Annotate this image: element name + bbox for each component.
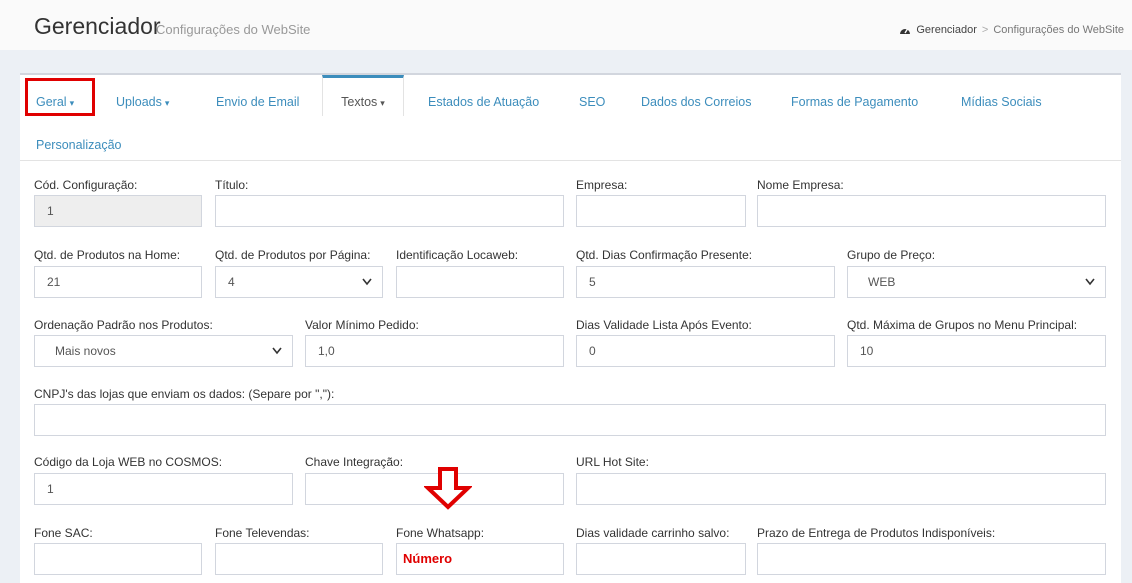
cosmos-field[interactable]: 1	[34, 473, 293, 505]
tab-envio-email[interactable]: Envio de Email	[216, 95, 299, 109]
tab-correios[interactable]: Dados dos Correios	[641, 95, 751, 109]
locaweb-label: Identificação Locaweb:	[396, 248, 519, 262]
caret-down-icon: ▾	[164, 98, 170, 108]
cosmos-label: Código da Loja WEB no COSMOS:	[34, 455, 223, 469]
settings-panel: Geral ▾ Uploads ▾ Envio de Email Textos ▾ E…	[20, 73, 1121, 583]
qtd-pagina-label: Qtd. de Produtos por Página:	[215, 248, 371, 262]
valor-minimo-label: Valor Mínimo Pedido:	[305, 318, 419, 332]
qtd-grupos-label: Qtd. Máxima de Grupos no Menu Principal:	[847, 318, 1078, 332]
tab-bar: Geral ▾ Uploads ▾ Envio de Email Textos ▾ E…	[20, 75, 1121, 161]
fone-sac-label: Fone SAC:	[34, 526, 93, 540]
cod-config-field: 1	[34, 195, 202, 227]
ordenacao-value: Mais novos	[55, 344, 116, 358]
chave-label: Chave Integração:	[305, 455, 404, 469]
fone-whatsapp-label: Fone Whatsapp:	[396, 526, 485, 540]
fone-televendas-label: Fone Televendas:	[215, 526, 310, 540]
tab-pagamento[interactable]: Formas de Pagamento	[791, 95, 918, 109]
tab-uploads[interactable]: Uploads ▾	[116, 95, 169, 109]
caret-down-icon: ▾	[380, 98, 385, 108]
tab-estados[interactable]: Estados de Atuação	[428, 95, 539, 109]
fone-sac-field[interactable]	[34, 543, 202, 575]
grupo-preco-value: WEB	[868, 275, 896, 289]
breadcrumb-current: Configurações do WebSite	[993, 24, 1124, 36]
breadcrumb-home-link[interactable]: Gerenciador	[916, 24, 977, 36]
cnpj-field[interactable]	[34, 404, 1106, 436]
fone-whatsapp-field[interactable]: Número	[396, 543, 564, 575]
tab-textos[interactable]: Textos ▾	[322, 75, 404, 116]
cod-config-label: Cód. Configuração:	[34, 178, 138, 192]
qtd-pagina-select[interactable]: 4	[215, 266, 383, 298]
dias-carrinho-label: Dias validade carrinho salvo:	[576, 526, 730, 540]
qtd-home-field[interactable]: 21	[34, 266, 202, 298]
nome-empresa-field[interactable]	[757, 195, 1106, 227]
whatsapp-annotation-text: Número	[403, 551, 453, 566]
breadcrumb: Gerenciador > Configurações do WebSite	[899, 24, 1124, 36]
empresa-label: Empresa:	[576, 178, 628, 192]
locaweb-field[interactable]	[396, 266, 564, 298]
qtd-home-label: Qtd. de Produtos na Home:	[34, 248, 181, 262]
url-hot-field[interactable]	[576, 473, 1106, 505]
dias-lista-field[interactable]: 0	[576, 335, 835, 367]
grupo-preco-label: Grupo de Preço:	[847, 248, 936, 262]
dias-carrinho-field[interactable]	[576, 543, 746, 575]
tab-textos-label: Textos	[341, 95, 378, 109]
breadcrumb-separator: >	[981, 24, 989, 36]
qtd-grupos-field[interactable]: 10	[847, 335, 1106, 367]
arrow-down-icon	[424, 467, 472, 510]
fone-televendas-field[interactable]	[215, 543, 383, 575]
nome-empresa-label: Nome Empresa:	[757, 178, 844, 192]
prazo-entrega-field[interactable]	[757, 543, 1106, 575]
caret-down-icon: ▾	[69, 98, 75, 108]
page-subtitle: Configurações do WebSite	[156, 22, 311, 37]
dashboard-icon	[900, 28, 911, 34]
prazo-entrega-label: Prazo de Entrega de Produtos Indisponíve…	[757, 526, 996, 540]
chevron-down-icon	[362, 267, 372, 309]
tab-geral-label: Geral	[36, 95, 67, 109]
titulo-field[interactable]	[215, 195, 564, 227]
empresa-field[interactable]	[576, 195, 746, 227]
tab-uploads-label: Uploads	[116, 95, 162, 109]
tab-geral[interactable]: Geral ▾	[36, 95, 74, 109]
tab-personalizacao[interactable]: Personalização	[36, 138, 121, 152]
page-title: Gerenciador	[34, 13, 161, 39]
valor-minimo-field[interactable]: 1,0	[305, 335, 564, 367]
tab-seo[interactable]: SEO	[579, 95, 605, 109]
dias-presente-field[interactable]: 5	[576, 266, 835, 298]
url-hot-label: URL Hot Site:	[576, 455, 649, 469]
chevron-down-icon	[272, 336, 282, 378]
chevron-down-icon	[1085, 267, 1095, 309]
grupo-preco-select[interactable]: WEB	[847, 266, 1106, 298]
dias-presente-label: Qtd. Dias Confirmação Presente:	[576, 248, 753, 262]
ordenacao-select[interactable]: Mais novos	[34, 335, 293, 367]
content-header: Gerenciador Configurações do WebSite Ger…	[0, 0, 1132, 50]
tab-midias-sociais[interactable]: Mídias Sociais	[961, 95, 1042, 109]
ordenacao-label: Ordenação Padrão nos Produtos:	[34, 318, 213, 332]
qtd-pagina-value: 4	[228, 275, 235, 289]
cnpj-label: CNPJ's das lojas que enviam os dados: (S…	[34, 387, 335, 401]
dias-lista-label: Dias Validade Lista Após Evento:	[576, 318, 752, 332]
titulo-label: Título:	[215, 178, 249, 192]
